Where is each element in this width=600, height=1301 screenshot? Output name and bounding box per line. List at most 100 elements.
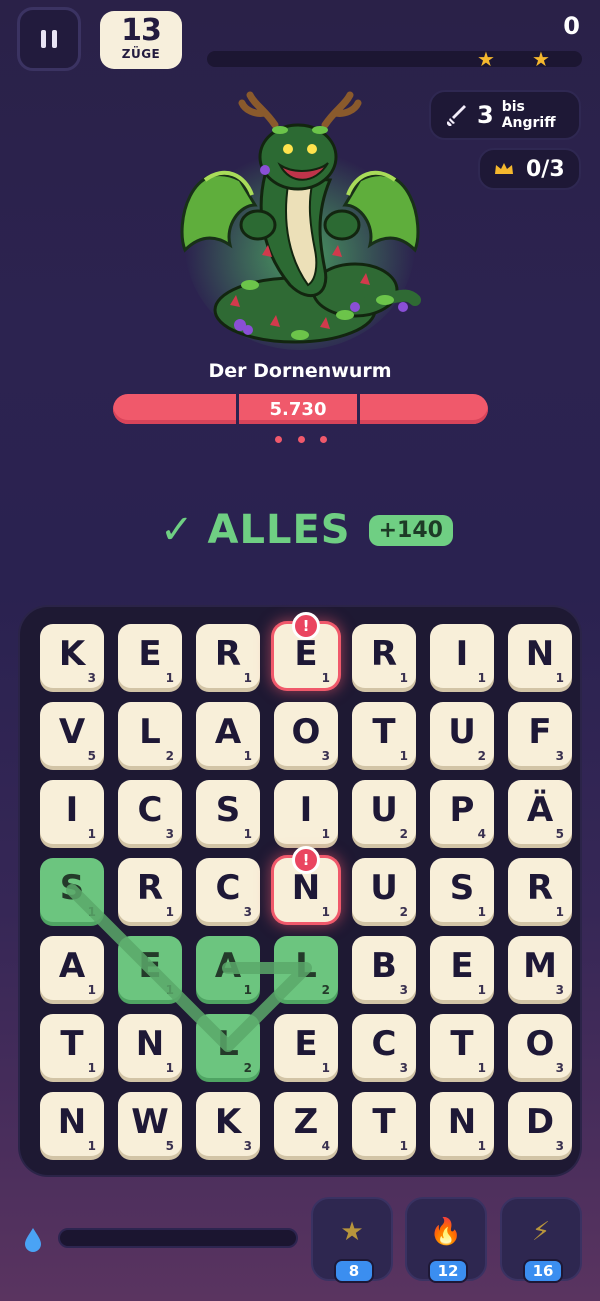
tile-value: 2 <box>477 749 486 763</box>
star-icon: ★ <box>340 1217 364 1247</box>
tile-letter: T <box>372 712 396 752</box>
tile-letter: R <box>526 868 554 908</box>
tile-letter: C <box>137 790 163 830</box>
attack-count: 3 <box>477 101 494 129</box>
letter-tile[interactable]: I1 <box>274 780 338 844</box>
letter-tile[interactable]: V5 <box>40 702 104 766</box>
letter-tile[interactable]: E1 <box>118 936 182 1000</box>
tile-letter: T <box>60 1024 84 1064</box>
boost-count: 16 <box>523 1259 563 1283</box>
boost-button-star[interactable]: ★ 8 <box>311 1197 393 1283</box>
letter-tile[interactable]: N1 <box>430 1092 494 1156</box>
letter-tile[interactable]: P4 <box>430 780 494 844</box>
monster-health-value: 5.730 <box>236 394 360 424</box>
letter-tile[interactable]: E1 <box>430 936 494 1000</box>
letter-tile[interactable]: N1 <box>508 624 572 688</box>
tile-value: 3 <box>399 1061 408 1075</box>
letter-tile[interactable]: L2 <box>196 1014 260 1078</box>
moves-value: 13 <box>121 13 162 48</box>
letter-tile[interactable]: O3 <box>274 702 338 766</box>
letter-tile[interactable]: U2 <box>352 858 416 922</box>
warning-badge: ! <box>292 612 320 640</box>
letter-tile[interactable]: A1 <box>196 702 260 766</box>
letter-tile[interactable]: R1 <box>352 624 416 688</box>
page-dots <box>275 436 327 443</box>
letter-tile[interactable]: T1 <box>352 702 416 766</box>
boost-count: 12 <box>428 1259 468 1283</box>
letter-tile[interactable]: A1 <box>40 936 104 1000</box>
letter-tile[interactable]: M3 <box>508 936 572 1000</box>
letter-tile[interactable]: U2 <box>352 780 416 844</box>
tile-value: 3 <box>555 983 564 997</box>
letter-tile[interactable]: B3 <box>352 936 416 1000</box>
moves-label: ZÜGE <box>121 47 161 61</box>
letter-tile[interactable]: L2 <box>274 936 338 1000</box>
letter-tile[interactable]: S1 <box>196 780 260 844</box>
letter-tile[interactable]: K3 <box>196 1092 260 1156</box>
tile-value: 3 <box>87 671 96 685</box>
letter-tile[interactable]: T1 <box>430 1014 494 1078</box>
dragon-monster-image <box>180 91 421 350</box>
letter-tile[interactable]: S1 <box>40 858 104 922</box>
tile-letter: N <box>525 634 555 674</box>
tile-value: 1 <box>165 1061 174 1075</box>
boost-button-lightning[interactable]: ⚡ 16 <box>500 1197 582 1283</box>
letter-tile[interactable]: S1 <box>430 858 494 922</box>
tile-letter: S <box>59 868 85 908</box>
letter-tile[interactable]: U2 <box>430 702 494 766</box>
tile-value: 1 <box>87 983 96 997</box>
attack-countdown: 3 bis Angriff <box>429 90 581 140</box>
pause-button[interactable] <box>17 7 81 71</box>
tile-value: 1 <box>477 1061 486 1075</box>
tile-value: 2 <box>243 1061 252 1075</box>
tile-letter: K <box>58 634 86 674</box>
letter-tile[interactable]: E1 <box>274 1014 338 1078</box>
letter-tile[interactable]: D3 <box>508 1092 572 1156</box>
letter-tile[interactable]: K3 <box>40 624 104 688</box>
letter-tile[interactable]: W5 <box>118 1092 182 1156</box>
letter-tile[interactable]: N1 <box>118 1014 182 1078</box>
letter-tile[interactable]: T1 <box>40 1014 104 1078</box>
letter-tile[interactable]: R1 <box>118 858 182 922</box>
tile-letter: U <box>370 790 398 830</box>
letter-tile[interactable]: R1 <box>508 858 572 922</box>
tile-letter: O <box>525 1024 555 1064</box>
letter-tile[interactable]: A1 <box>196 936 260 1000</box>
boost-button-fire[interactable]: 🔥 12 <box>405 1197 487 1283</box>
letter-tile[interactable]: E1 <box>118 624 182 688</box>
tile-letter: C <box>215 868 241 908</box>
tile-value: 3 <box>243 905 252 919</box>
tile-letter: I <box>455 634 469 674</box>
letter-tile[interactable]: Z4 <box>274 1092 338 1156</box>
letter-tile[interactable]: N1 <box>40 1092 104 1156</box>
tile-letter: A <box>214 712 242 752</box>
letter-tile[interactable]: I1 <box>430 624 494 688</box>
attack-label-1: bis <box>501 99 525 115</box>
letter-tile[interactable]: Ä5 <box>508 780 572 844</box>
score-value: 0 <box>563 12 580 40</box>
tile-letter: C <box>371 1024 397 1064</box>
tile-letter: L <box>295 946 317 986</box>
letter-tile[interactable]: C3 <box>196 858 260 922</box>
tile-value: 3 <box>243 1139 252 1153</box>
pause-icon <box>41 30 46 48</box>
letter-tile[interactable]: F3 <box>508 702 572 766</box>
tile-letter: D <box>525 1102 555 1142</box>
tile-value: 1 <box>555 905 564 919</box>
letter-tile[interactable]: R1 <box>196 624 260 688</box>
letter-tile[interactable]: O3 <box>508 1014 572 1078</box>
tile-letter: L <box>217 1024 239 1064</box>
letter-tile[interactable]: I1 <box>40 780 104 844</box>
letter-tile[interactable]: C3 <box>352 1014 416 1078</box>
letter-tile[interactable]: L2 <box>118 702 182 766</box>
tile-value: 1 <box>87 827 96 841</box>
letter-tile[interactable]: T1 <box>352 1092 416 1156</box>
tile-value: 1 <box>477 1139 486 1153</box>
tile-value: 1 <box>243 827 252 841</box>
warning-badge: ! <box>292 846 320 874</box>
tile-letter: E <box>138 634 162 674</box>
tile-letter: E <box>450 946 474 986</box>
letter-tile[interactable]: C3 <box>118 780 182 844</box>
tile-value: 1 <box>165 983 174 997</box>
tile-value: 5 <box>165 1139 174 1153</box>
